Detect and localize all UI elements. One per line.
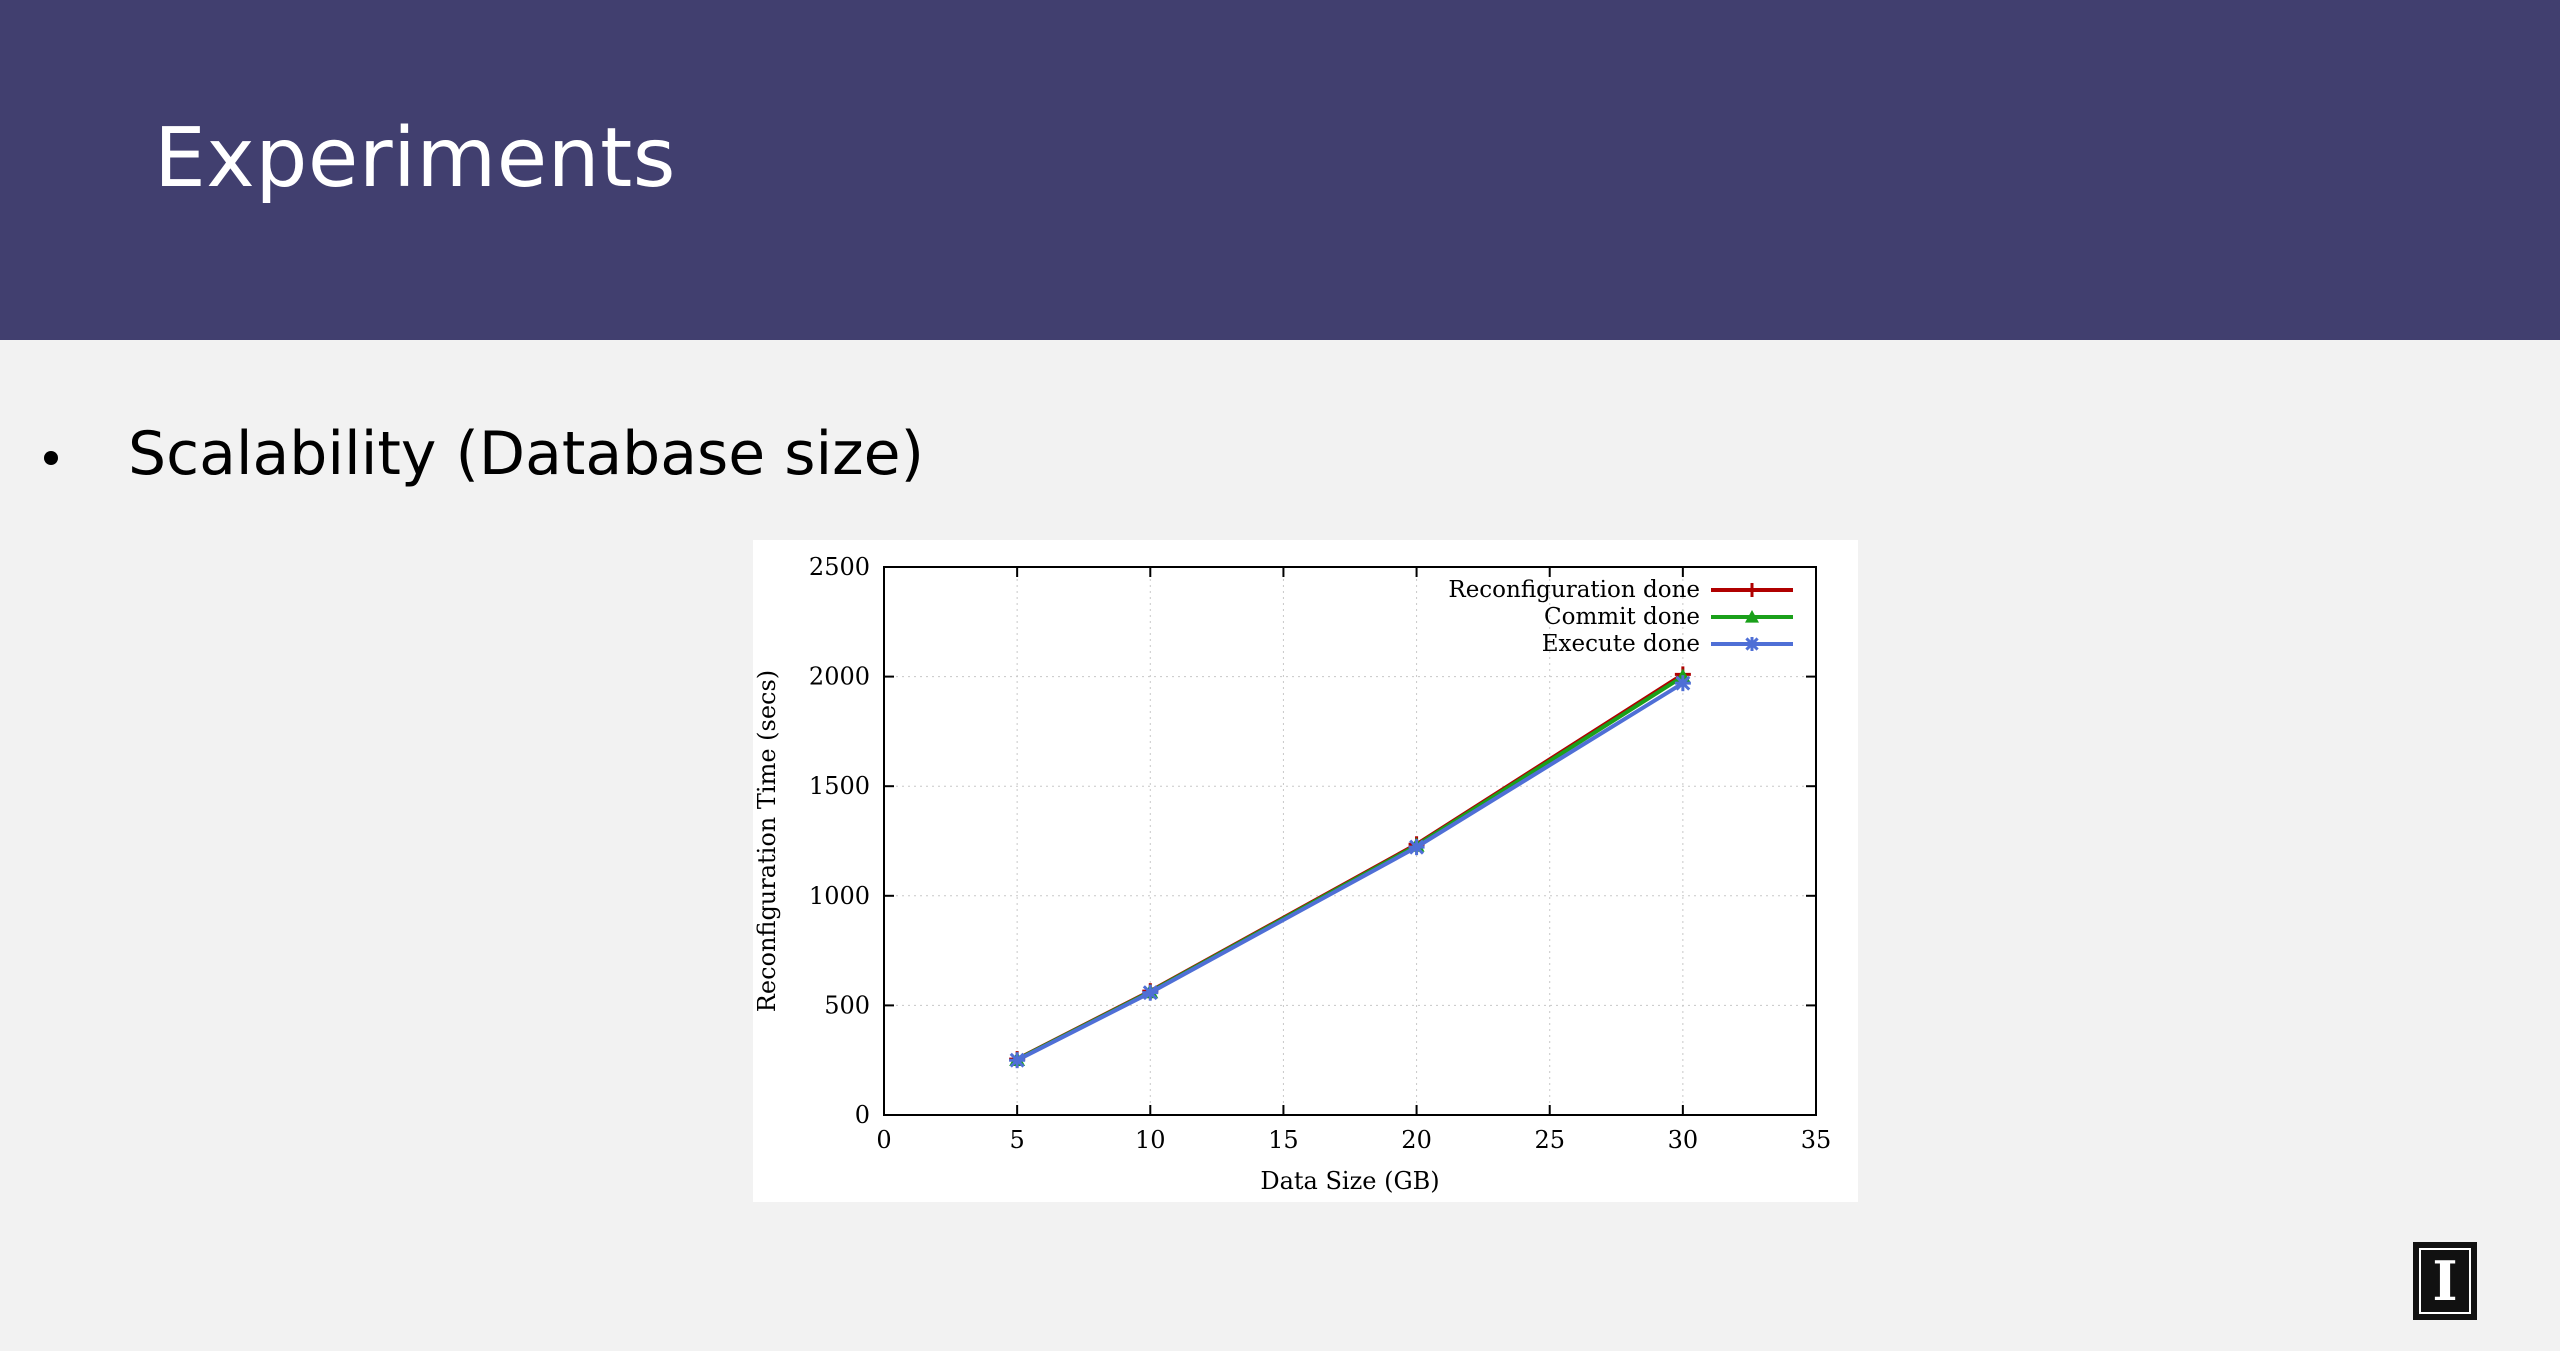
series-commit-done <box>1009 668 1691 1066</box>
legend-item: Reconfiguration done <box>1448 577 1793 603</box>
chart-figure: 0 5 10 15 20 25 30 35 0 500 1000 1500 2000 2500 Recon… <box>753 540 1858 1202</box>
slide-title: Experiments <box>154 111 677 206</box>
logo-letter: I <box>2432 1249 2458 1313</box>
series-reconfiguration-done <box>1009 666 1691 1068</box>
legend-label: Execute done <box>1542 631 1700 657</box>
y-tick-label: 1500 <box>809 772 870 800</box>
x-tick-label: 30 <box>1668 1126 1699 1154</box>
y-tick-label: 2000 <box>809 663 870 691</box>
x-tick-label: 20 <box>1401 1126 1432 1154</box>
legend-label: Commit done <box>1544 604 1700 630</box>
y-tick-label: 1000 <box>809 882 870 910</box>
x-axis-label: Data Size (GB) <box>1260 1167 1439 1195</box>
x-tick-label: 15 <box>1268 1126 1299 1154</box>
x-tick-label: 35 <box>1801 1126 1832 1154</box>
x-tick-label: 10 <box>1135 1126 1166 1154</box>
y-tick-label: 2500 <box>809 553 870 581</box>
series-lines <box>1009 666 1691 1069</box>
legend-label: Reconfiguration done <box>1448 577 1700 603</box>
chart-legend: Reconfiguration doneCommit doneExecute d… <box>1448 577 1793 657</box>
x-tick-label: 0 <box>876 1126 891 1154</box>
university-logo: I <box>2413 1242 2477 1320</box>
series-line <box>1016 674 1684 1062</box>
line-chart: 0 5 10 15 20 25 30 35 0 500 1000 1500 2000 2500 Recon… <box>753 553 1832 1195</box>
bullet-item: Scalability (Database size) <box>44 418 924 490</box>
x-tick-label: 25 <box>1534 1126 1565 1154</box>
legend-item: Execute done <box>1542 631 1793 657</box>
series-line <box>1016 672 1684 1061</box>
bullet-text: Scalability (Database size) <box>128 419 924 489</box>
y-axis-label: Reconfiguration Time (secs) <box>753 670 781 1012</box>
y-tick-label: 500 <box>824 991 870 1019</box>
x-tick-label: 5 <box>1010 1126 1025 1154</box>
y-tick-label: 0 <box>855 1101 870 1129</box>
legend-item: Commit done <box>1544 604 1793 630</box>
slide-header: Experiments <box>0 0 2560 340</box>
bullet-dot-icon <box>44 451 58 465</box>
